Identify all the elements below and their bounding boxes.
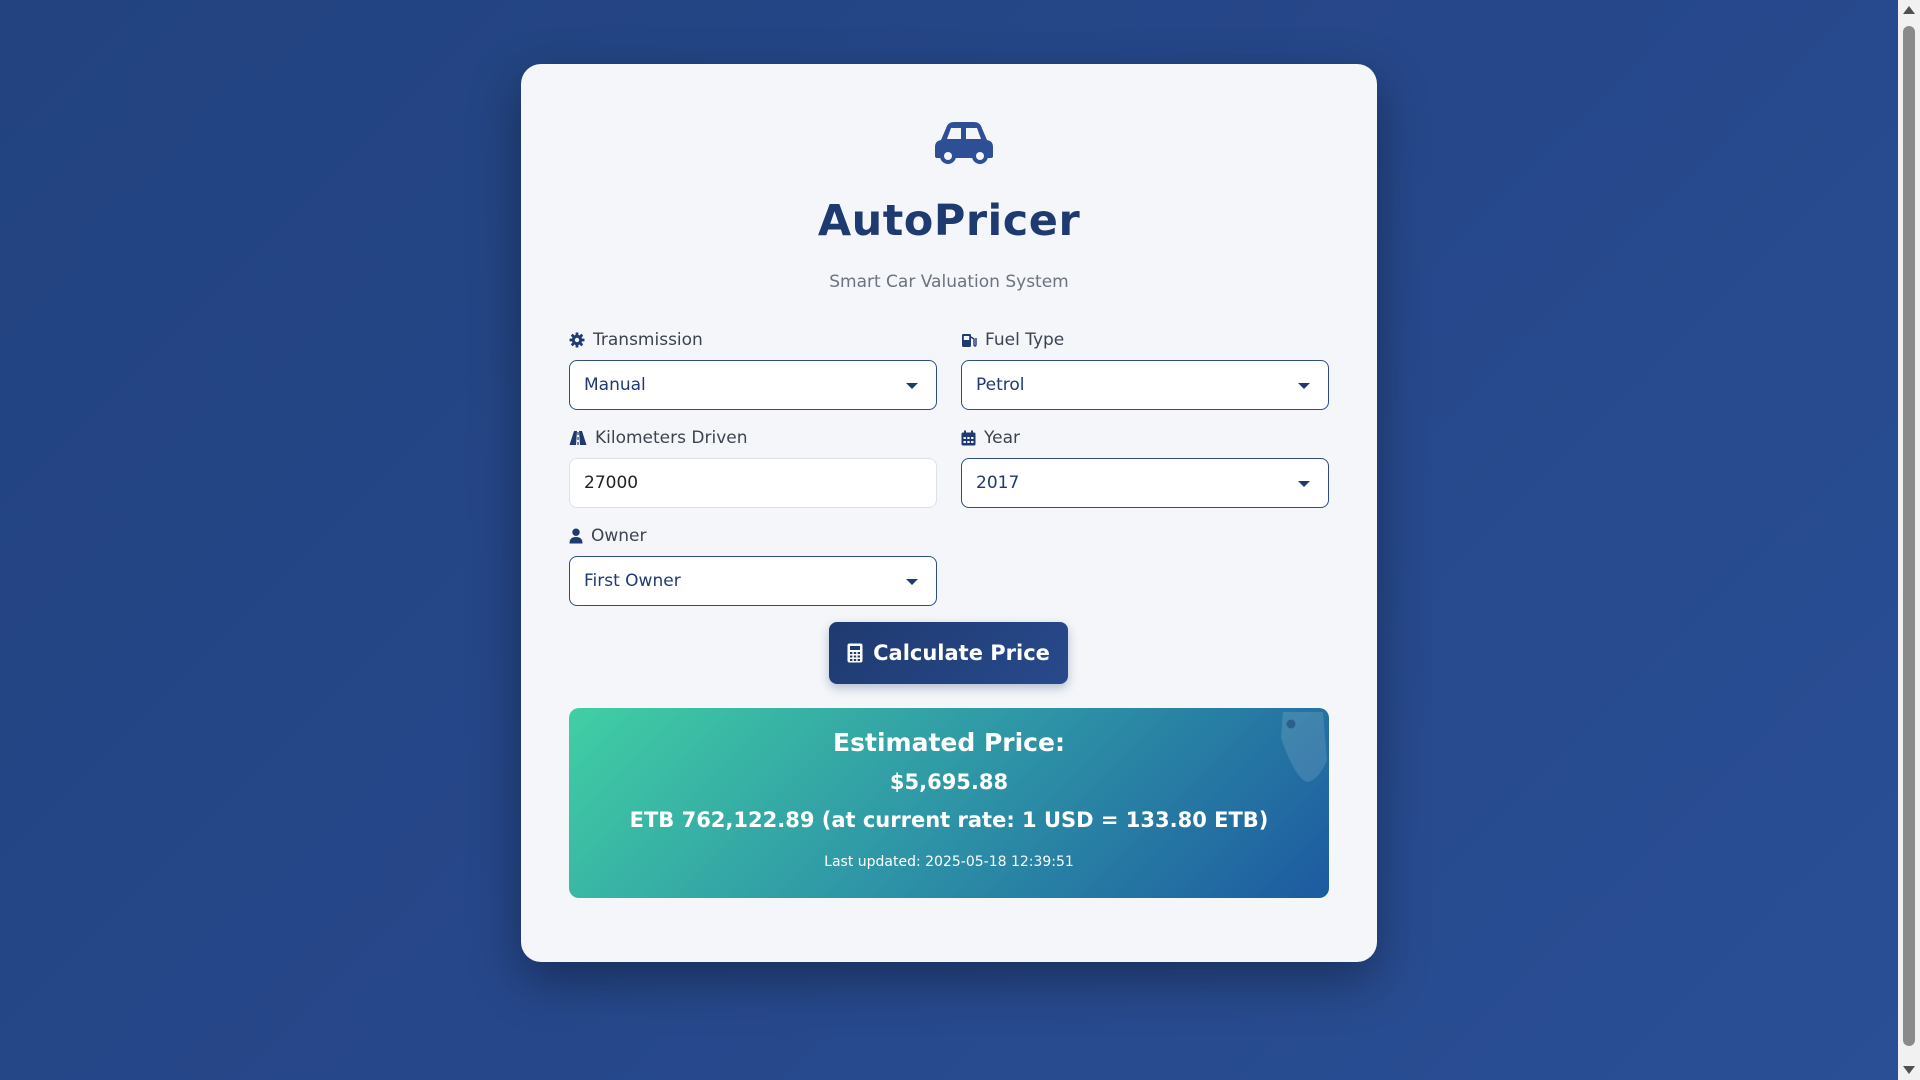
valuation-card: AutoPricer Smart Car Valuation System Tr… (521, 64, 1377, 962)
calculate-price-label: Calculate Price (873, 641, 1050, 665)
app-subtitle: Smart Car Valuation System (829, 272, 1069, 292)
car-icon (933, 120, 995, 168)
user-icon (569, 528, 583, 544)
kilometers-label: Kilometers Driven (569, 428, 748, 448)
owner-select[interactable]: First Owner (569, 556, 937, 606)
owner-label: Owner (569, 526, 647, 546)
calendar-icon (961, 430, 976, 446)
fuel-type-label-text: Fuel Type (985, 330, 1065, 350)
page-scrollbar[interactable] (1898, 0, 1920, 1080)
fuel-type-label: Fuel Type (961, 330, 1064, 350)
transmission-label-text: Transmission (593, 330, 703, 350)
app-title: AutoPricer (817, 196, 1081, 246)
kilometers-label-text: Kilometers Driven (595, 428, 748, 448)
scroll-up-icon[interactable] (1903, 6, 1915, 14)
kilometers-value: 27000 (584, 473, 639, 493)
calculate-price-button[interactable]: Calculate Price (829, 622, 1068, 684)
result-title: Estimated Price: (833, 728, 1065, 757)
calculator-icon (847, 643, 863, 663)
owner-label-text: Owner (591, 526, 647, 546)
estimated-price-panel: Estimated Price: $5,695.88 ETB 762,122.8… (569, 708, 1329, 898)
year-value: 2017 (976, 473, 1020, 493)
road-icon (569, 431, 587, 445)
transmission-select[interactable]: Manual (569, 360, 937, 410)
transmission-label: Transmission (569, 330, 703, 350)
fuel-type-value: Petrol (976, 375, 1025, 395)
chevron-down-icon (906, 383, 918, 389)
gear-icon (569, 332, 585, 348)
kilometers-input[interactable]: 27000 (569, 458, 937, 508)
result-etb-price: ETB 762,122.89 (at current rate: 1 USD =… (629, 808, 1269, 832)
fuel-type-select[interactable]: Petrol (961, 360, 1329, 410)
chevron-down-icon (906, 579, 918, 585)
result-usd-price: $5,695.88 (889, 770, 1009, 794)
result-last-updated: Last updated: 2025-05-18 12:39:51 (824, 854, 1074, 870)
year-label-text: Year (984, 428, 1020, 448)
transmission-value: Manual (584, 375, 646, 395)
scroll-down-icon[interactable] (1903, 1066, 1915, 1074)
owner-value: First Owner (584, 571, 681, 591)
year-label: Year (961, 428, 1020, 448)
year-select[interactable]: 2017 (961, 458, 1329, 508)
chevron-down-icon (1298, 383, 1310, 389)
gas-pump-icon (962, 334, 977, 347)
chevron-down-icon (1298, 481, 1310, 487)
scroll-thumb[interactable] (1903, 26, 1915, 1046)
